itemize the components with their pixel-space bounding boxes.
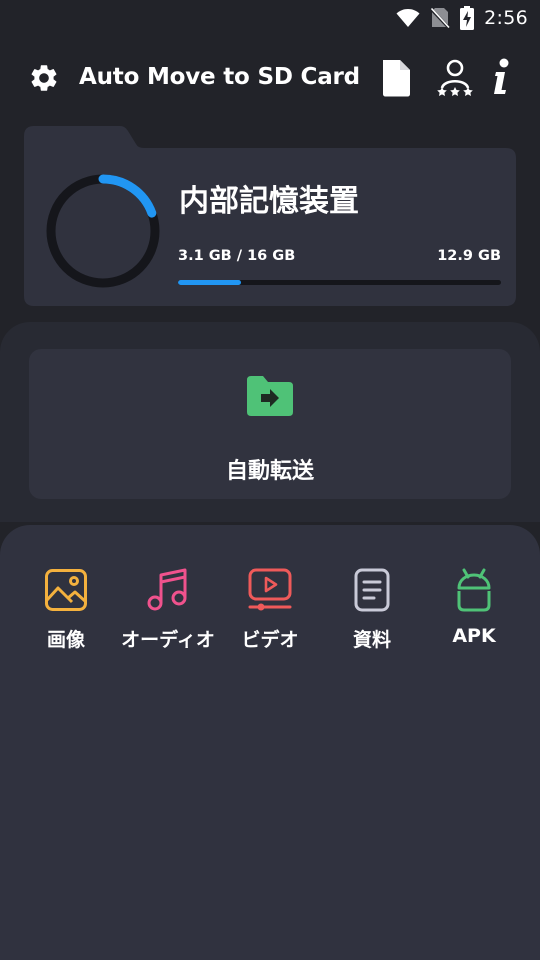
android-icon <box>457 568 491 612</box>
document-icon[interactable] <box>380 58 412 98</box>
app-title: Auto Move to SD Card <box>79 64 360 90</box>
category-documents[interactable]: 資料 <box>320 565 424 665</box>
rate-stars-icon[interactable] <box>436 58 474 98</box>
wifi-icon <box>396 9 420 27</box>
internal-storage-card[interactable]: 内部記憶装置 3.1 GB / 16 GB 12.9 GB <box>24 126 516 306</box>
gear-icon[interactable] <box>28 62 60 94</box>
image-icon <box>45 569 87 611</box>
category-images[interactable]: 画像 <box>14 565 118 665</box>
auto-transfer-button[interactable]: 自動転送 <box>29 349 511 499</box>
category-label: ビデオ <box>241 629 299 651</box>
music-icon <box>147 568 187 611</box>
category-label: 資料 <box>352 629 391 651</box>
category-label: 画像 <box>46 629 85 651</box>
category-panel: 画像 オーディオ ビデオ 資料 APK <box>0 525 540 960</box>
clock: 2:56 <box>484 7 528 29</box>
storage-name: 内部記憶装置 <box>179 184 359 219</box>
document-text-icon <box>354 568 390 612</box>
status-bar: 2:56 <box>0 0 540 36</box>
storage-usage-ring <box>46 174 160 288</box>
storage-progress-track <box>178 280 501 285</box>
auto-transfer-label: 自動転送 <box>225 459 314 484</box>
video-icon <box>248 568 292 611</box>
storage-progress-fill <box>178 280 241 285</box>
storage-used-label: 3.1 GB / 16 GB <box>178 248 296 264</box>
app-bar: Auto Move to SD Card <box>0 52 540 104</box>
storage-usage-arc <box>98 174 157 218</box>
category-audio[interactable]: オーディオ <box>116 565 220 665</box>
no-sim-icon <box>430 7 451 29</box>
category-label: APK <box>452 625 496 647</box>
battery-charging-icon <box>460 6 475 30</box>
info-icon[interactable] <box>490 58 514 98</box>
category-label: オーディオ <box>121 629 215 651</box>
folder-move-icon <box>247 376 293 416</box>
category-apk[interactable]: APK <box>422 565 526 665</box>
storage-free-label: 12.9 GB <box>437 248 501 264</box>
category-video[interactable]: ビデオ <box>218 565 322 665</box>
